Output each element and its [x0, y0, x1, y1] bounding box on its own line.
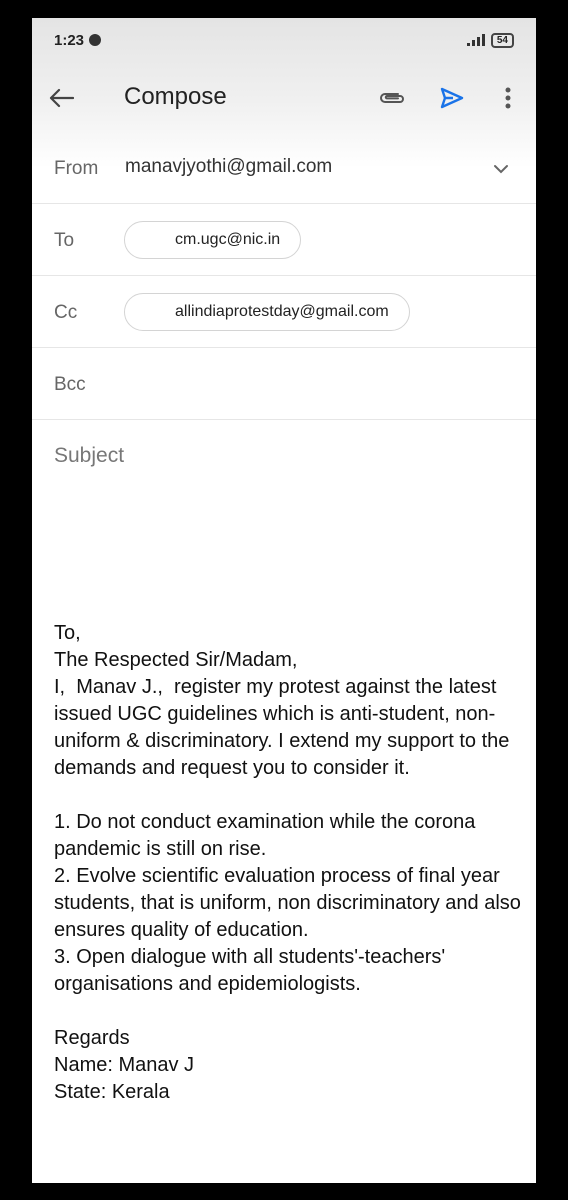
cc-label: Cc	[54, 302, 78, 323]
page-title: Compose	[124, 83, 227, 110]
bcc-row[interactable]: Bcc	[32, 348, 536, 420]
to-recipient-chip[interactable]: cm.ugc@nic.in	[124, 221, 302, 259]
more-options-button[interactable]	[488, 82, 528, 114]
to-label: To	[54, 230, 75, 251]
body-line: State: Kerala	[54, 1081, 170, 1103]
notification-icon	[89, 34, 102, 46]
body-line: Name: Manav J	[54, 1054, 195, 1076]
body-line: To,	[54, 622, 81, 644]
body-line: The Respected Sir/Madam,	[54, 649, 298, 671]
from-value: manavjyothi@gmail.com	[125, 156, 333, 177]
body-line	[54, 782, 524, 809]
send-button[interactable]	[432, 82, 472, 114]
cc-recipient-chip[interactable]: allindiaprotestday@gmail.com	[124, 293, 410, 331]
signal-icon	[466, 34, 485, 46]
status-bar: 1:23 54	[32, 18, 536, 62]
email-body[interactable]: To, The Respected Sir/Madam, I, Manav J.…	[54, 620, 524, 1106]
body-line: 3. Open dialogue with all students'-teac…	[54, 946, 451, 995]
back-button[interactable]	[48, 82, 88, 114]
send-icon	[440, 87, 464, 109]
battery-icon: 54	[490, 32, 514, 48]
to-row[interactable]: To cm.ugc@nic.in	[32, 204, 536, 276]
arrow-back-icon	[49, 88, 74, 108]
body-line: I, Manav J., register my protest against…	[54, 676, 515, 779]
bcc-label: Bcc	[54, 374, 86, 395]
attach-button[interactable]	[372, 82, 412, 114]
cc-row[interactable]: Cc allindiaprotestday@gmail.com	[32, 276, 536, 348]
from-label: From	[54, 158, 99, 179]
chevron-down-icon	[494, 165, 508, 174]
body-line: 1. Do not conduct examination while the …	[54, 811, 481, 860]
body-line: 2. Evolve scientific evaluation process …	[54, 865, 527, 941]
from-row[interactable]: From manavjyothi@gmail.com	[32, 132, 536, 204]
app-bar: Compose	[32, 70, 536, 126]
body-line: Regards	[54, 1027, 130, 1049]
body-line	[54, 998, 524, 1025]
more-vert-icon	[505, 87, 511, 109]
status-time: 1:23	[54, 31, 85, 49]
subject-input[interactable]: Subject	[54, 444, 124, 468]
compose-screen: 1:23 54 Compose From manavjyothi@gmail.c…	[32, 18, 536, 1183]
attachment-icon	[380, 93, 404, 103]
status-indicators: 54	[466, 32, 514, 48]
from-dropdown-button[interactable]	[486, 154, 516, 184]
